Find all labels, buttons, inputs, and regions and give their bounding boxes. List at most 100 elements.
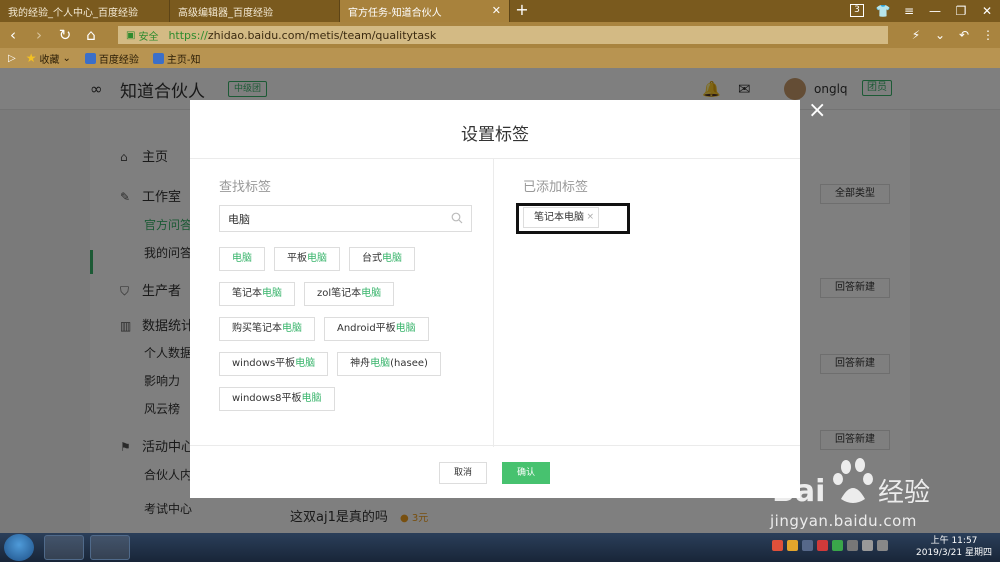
dialog-body: 查找标签 电脑 平板电脑 台式电脑 笔记本电脑 zol笔记本电脑 购买笔记本电脑… — [190, 158, 800, 447]
tag-search-box — [219, 205, 472, 232]
tag-suggestion[interactable]: 神舟电脑(hasee) — [337, 352, 441, 376]
close-window-icon[interactable]: ✕ — [974, 0, 1000, 22]
bookmarks-bar: ▷ ★ 收藏 ⌄ 百度经验 主页-知 — [0, 48, 1000, 68]
tag-suggestion[interactable]: windows平板电脑 — [219, 352, 329, 376]
dropdown-chevron-icon[interactable]: ⌄ — [928, 28, 952, 42]
tag-keyword: 电脑 — [370, 358, 391, 369]
bookmark-label: 主页-知 — [166, 54, 201, 66]
maximize-icon[interactable]: ❐ — [948, 0, 974, 22]
chevron-down-icon: ⌄ — [62, 52, 71, 64]
tag-suggestion[interactable]: zol笔记本电脑 — [304, 282, 395, 306]
browser-tab-experience-center[interactable]: 我的经验_个人中心_百度经验 — [0, 0, 170, 22]
tag-keyword: 电脑 — [282, 323, 302, 334]
tray-app-icon[interactable] — [772, 540, 783, 551]
system-tray — [772, 540, 892, 551]
tab-close-icon[interactable]: ✕ — [492, 4, 501, 17]
tab-count-badge[interactable]: 3 — [850, 4, 864, 17]
bookmark-homepage[interactable]: 主页-知 — [152, 51, 201, 66]
tag-keyword: 电脑 — [361, 288, 382, 299]
home-icon[interactable]: ⌂ — [78, 22, 104, 48]
tag-prefix: 购买笔记本 — [232, 323, 282, 334]
forward-icon[interactable]: › — [26, 22, 52, 48]
svg-text:经验: 经验 — [878, 478, 930, 508]
set-tags-dialog: 设置标签 查找标签 电脑 平板电脑 台式电脑 笔记本电脑 zol笔记本电脑 购买… — [190, 100, 800, 498]
bookmark-favorites[interactable]: ★ 收藏 ⌄ — [26, 51, 71, 66]
tag-prefix: Android平板 — [337, 323, 396, 334]
star-icon: ★ — [25, 51, 37, 65]
address-bar[interactable]: ▣ 安全 https:// zhidao.baidu.com/metis/tea… — [118, 26, 888, 44]
added-tag-label: 笔记本电脑 — [534, 212, 584, 223]
tag-suggestion[interactable]: 笔记本电脑 — [219, 282, 295, 306]
lightning-icon[interactable]: ⚡ — [904, 28, 928, 42]
tag-keyword: 电脑 — [262, 288, 282, 299]
tab-title: 官方任务-知道合伙人 — [348, 7, 442, 19]
new-tab-button[interactable]: + — [510, 0, 534, 22]
tray-app-icon[interactable] — [787, 540, 798, 551]
browser-tab-bar: 我的经验_个人中心_百度经验 高级编辑器_百度经验 官方任务-知道合伙人 ✕ +… — [0, 0, 1000, 22]
tag-prefix: 平板 — [287, 253, 307, 264]
url-text: zhidao.baidu.com/metis/team/qualitytask — [207, 28, 437, 42]
back-icon[interactable]: ‹ — [0, 22, 26, 48]
tag-suggestion[interactable]: 购买笔记本电脑 — [219, 317, 315, 341]
tag-row: 笔记本电脑 zol笔记本电脑 — [219, 282, 484, 306]
tag-row: 购买笔记本电脑 Android平板电脑 — [219, 317, 484, 341]
tag-prefix: windows平板 — [232, 358, 296, 369]
clock-date: 2019/3/21 星期四 — [915, 548, 992, 558]
menu-icon[interactable]: ≡ — [896, 0, 922, 22]
tag-keyword: 电脑 — [295, 358, 316, 369]
confirm-button[interactable]: 确认 — [502, 462, 550, 484]
bookmark-baidu-experience[interactable]: 百度经验 — [84, 51, 139, 66]
watermark-url: jingyan.baidu.com — [770, 512, 917, 530]
search-section-title: 查找标签 — [219, 180, 272, 195]
taskbar-app-paint[interactable] — [90, 535, 130, 560]
volume-icon[interactable] — [862, 540, 873, 551]
tray-app-icon[interactable] — [802, 540, 813, 551]
flag-icon[interactable] — [877, 540, 888, 551]
shirt-icon[interactable]: 👕 — [870, 0, 896, 22]
search-icon[interactable] — [451, 212, 463, 224]
tag-keyword: 电脑 — [232, 253, 252, 264]
bookmark-label: 收藏 — [39, 54, 60, 66]
system-clock[interactable]: 上午 11:57 2019/3/21 星期四 — [910, 535, 998, 559]
added-tag[interactable]: 笔记本电脑 × — [523, 207, 599, 228]
tag-search-input[interactable] — [220, 206, 440, 231]
dialog-title: 设置标签 — [461, 125, 529, 145]
tag-prefix: 笔记本 — [232, 288, 262, 299]
tag-suggestion[interactable]: Android平板电脑 — [324, 317, 429, 341]
tag-keyword: 电脑 — [307, 253, 327, 264]
more-icon[interactable]: ⋮ — [976, 28, 1000, 42]
tag-keyword: 电脑 — [301, 393, 322, 404]
os-taskbar: 上午 11:57 2019/3/21 星期四 — [0, 533, 1000, 562]
window-controls: 3 👕 ≡ — ❐ ✕ — [844, 0, 1000, 22]
browser-nav-bar: ‹ › ↻ ⌂ ▣ 安全 https:// zhidao.baidu.com/m… — [0, 22, 1000, 48]
added-section-title: 已添加标签 — [523, 180, 589, 195]
network-icon[interactable] — [847, 540, 858, 551]
tray-app-icon[interactable] — [817, 540, 828, 551]
browser-tab-advanced-editor[interactable]: 高级编辑器_百度经验 — [170, 0, 340, 22]
tag-row: windows平板电脑 神舟电脑(hasee) — [219, 352, 484, 376]
undo-icon[interactable]: ↶ — [952, 28, 976, 42]
tray-app-icon[interactable] — [832, 540, 843, 551]
tag-suggestion[interactable]: 平板电脑 — [274, 247, 340, 271]
secure-label: 安全 — [138, 31, 159, 43]
start-button[interactable] — [4, 534, 34, 561]
tag-suggestion-list: 电脑 平板电脑 台式电脑 笔记本电脑 zol笔记本电脑 购买笔记本电脑 Andr… — [219, 247, 484, 422]
tab-title: 高级编辑器_百度经验 — [178, 7, 273, 19]
browser-tab-official-task[interactable]: 官方任务-知道合伙人 ✕ — [340, 0, 510, 22]
lock-icon: ▣ — [126, 29, 136, 41]
tag-prefix: 台式 — [362, 253, 382, 264]
column-divider — [493, 159, 494, 447]
tag-suggestion[interactable]: 台式电脑 — [349, 247, 415, 271]
minimize-icon[interactable]: — — [922, 0, 948, 22]
refresh-icon[interactable]: ↻ — [52, 22, 78, 48]
modal-close-icon[interactable]: × — [808, 100, 826, 122]
tag-suggestion[interactable]: 电脑 — [219, 247, 265, 271]
svg-text:Bai: Bai — [772, 474, 825, 509]
remove-tag-icon[interactable]: × — [586, 208, 594, 227]
tag-row: windows8平板电脑 — [219, 387, 484, 411]
cancel-button[interactable]: 取消 — [439, 462, 487, 484]
tag-suggestion[interactable]: windows8平板电脑 — [219, 387, 335, 411]
taskbar-app-browser[interactable] — [44, 535, 84, 560]
tag-prefix: zol笔记本 — [317, 288, 362, 299]
sidebar-toggle-icon[interactable]: ▷ — [8, 53, 16, 64]
